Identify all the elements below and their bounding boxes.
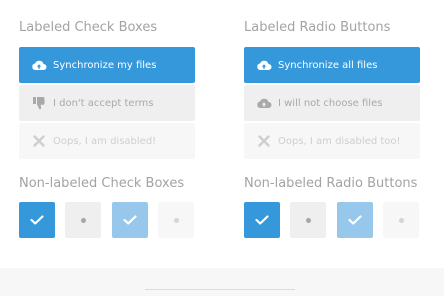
dot-icon bbox=[80, 217, 86, 223]
demo-panel: Labeled Check Boxes Synchronize my files… bbox=[0, 0, 444, 268]
checkbox-unchecked-disabled bbox=[158, 202, 194, 238]
check-icon bbox=[255, 215, 269, 225]
check-icon bbox=[30, 215, 44, 225]
check-icon bbox=[123, 215, 137, 225]
divider bbox=[145, 289, 295, 290]
radio-checked[interactable] bbox=[244, 202, 280, 238]
thumbs-down-icon bbox=[31, 96, 47, 110]
check-icon bbox=[348, 215, 362, 225]
labeled-radio-heading: Labeled Radio Buttons bbox=[244, 20, 391, 35]
dot-icon bbox=[398, 217, 404, 223]
not-choose-files-radio[interactable]: I will not choose files bbox=[244, 85, 420, 121]
cloud-sync-icon bbox=[256, 58, 272, 72]
checkbox-unchecked[interactable] bbox=[65, 202, 101, 238]
not-choose-files-label: I will not choose files bbox=[278, 97, 383, 109]
disabled-checkbox: Oops, I am disabled! bbox=[19, 123, 195, 159]
labeled-checkboxes-heading: Labeled Check Boxes bbox=[19, 20, 158, 35]
checkbox-checked-disabled bbox=[112, 202, 148, 238]
nonlabeled-radio-heading: Non-labeled Radio Buttons bbox=[244, 176, 418, 191]
disabled-radio: Oops, I am disabled too! bbox=[244, 123, 420, 159]
radio-checked-disabled bbox=[337, 202, 373, 238]
disabled-checkbox-label: Oops, I am disabled! bbox=[53, 135, 157, 147]
cloud-sync-icon bbox=[31, 58, 47, 72]
sync-my-files-label: Synchronize my files bbox=[53, 59, 157, 71]
radio-unchecked[interactable] bbox=[290, 202, 326, 238]
decline-terms-checkbox[interactable]: I don't accept terms bbox=[19, 85, 195, 121]
nonlabeled-checkboxes-heading: Non-labeled Check Boxes bbox=[19, 176, 185, 191]
decline-terms-label: I don't accept terms bbox=[53, 97, 154, 109]
x-icon bbox=[256, 134, 272, 148]
dot-icon bbox=[305, 217, 311, 223]
x-icon bbox=[31, 134, 47, 148]
sync-all-files-radio[interactable]: Synchronize all files bbox=[244, 47, 420, 83]
dot-icon bbox=[173, 217, 179, 223]
cloud-icon bbox=[256, 96, 272, 110]
sync-my-files-checkbox[interactable]: Synchronize my files bbox=[19, 47, 195, 83]
disabled-radio-label: Oops, I am disabled too! bbox=[278, 135, 401, 147]
checkbox-checked[interactable] bbox=[19, 202, 55, 238]
radio-unchecked-disabled bbox=[383, 202, 419, 238]
sync-all-files-label: Synchronize all files bbox=[278, 59, 378, 71]
